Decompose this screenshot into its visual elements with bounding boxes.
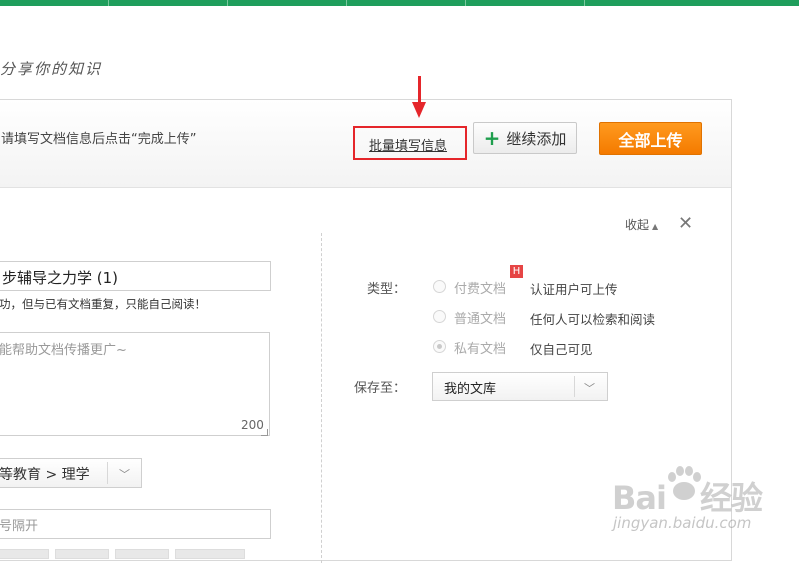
caret-up-icon: ▲ (652, 222, 659, 231)
upload-all-button[interactable]: 全部上传 (599, 122, 702, 155)
nav-separator (227, 0, 228, 6)
description-placeholder: 能帮助文档传播更广~ (0, 343, 127, 358)
category-value: 等教育 > 理学 (0, 467, 90, 483)
option-paid-desc: 认证用户可上传 (530, 282, 618, 297)
tags-input[interactable] (0, 509, 271, 539)
chevron-down-icon[interactable]: ﹀ (584, 380, 595, 396)
collapse-label: 收起 (625, 218, 650, 232)
continue-add-label: 继续添加 (506, 129, 567, 148)
resize-handle-icon[interactable] (261, 429, 268, 436)
collapse-toggle[interactable]: 收起 ▲ (625, 216, 658, 233)
radio-normal[interactable] (433, 310, 446, 323)
select-separator (107, 462, 108, 484)
duplicate-warning: 功，但与已有文档重复，只能自己阅读！ (0, 297, 206, 311)
hot-badge: H (510, 265, 523, 278)
panel-header: 请填写文档信息后点击“完成上传” 批量填写信息 + 继续添加 全部上传 (0, 76, 731, 188)
nav-separator (346, 0, 347, 6)
page-slogan: 分享你的知识 (0, 60, 103, 78)
tags-placeholder: 号隔开 (0, 519, 39, 534)
radio-paid[interactable] (433, 280, 446, 293)
upload-hint: 请填写文档信息后点击“完成上传” (1, 132, 197, 147)
library-value: 我的文库 (444, 382, 497, 397)
option-paid-label: 付费文档 (454, 282, 507, 297)
watermark-text: 经验 (699, 479, 763, 517)
select-separator (574, 376, 575, 397)
paw-icon (668, 466, 701, 500)
option-normal-label: 普通文档 (454, 312, 507, 327)
title-input[interactable]: 步辅导之力学 (1) (0, 261, 271, 291)
radio-private[interactable] (433, 340, 446, 353)
continue-add-button[interactable]: + 继续添加 (473, 122, 577, 154)
top-nav-bar (0, 0, 799, 6)
watermark-url: jingyan.baidu.com (613, 514, 752, 532)
option-normal-desc: 任何人可以检索和阅读 (530, 312, 656, 327)
chevron-down-icon[interactable]: ﹀ (119, 466, 130, 482)
nav-separator (584, 0, 585, 6)
plus-icon: + (483, 126, 501, 150)
save-to-label: 保存至： (354, 381, 407, 396)
annotation-arrow-head (412, 102, 426, 118)
option-private-label: 私有文档 (454, 342, 507, 357)
nav-separator (108, 0, 109, 6)
column-divider (321, 233, 322, 563)
batch-fill-link[interactable]: 批量填写信息 (369, 135, 447, 154)
option-private-desc: 仅自己可见 (530, 342, 593, 357)
type-label: 类型： (367, 282, 407, 297)
watermark-text: Bai (612, 479, 667, 517)
close-icon[interactable]: ✕ (678, 215, 693, 233)
nav-separator (465, 0, 466, 6)
